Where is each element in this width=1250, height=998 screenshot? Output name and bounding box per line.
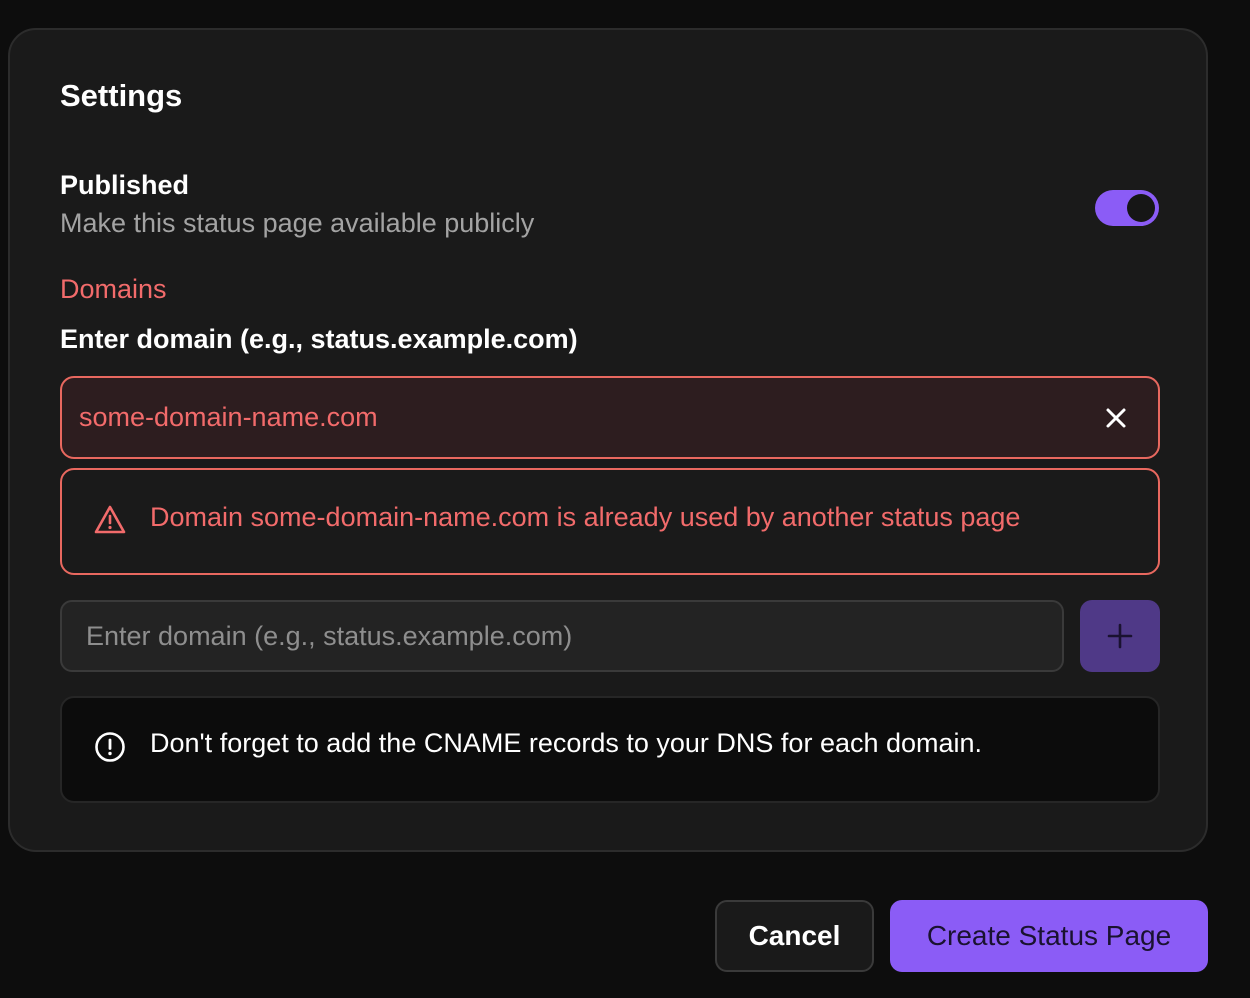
domains-section-label: Domains xyxy=(60,274,167,304)
dns-note-alert: Don't forget to add the CNAME records to… xyxy=(60,696,1160,803)
published-description: Make this status page available publicly xyxy=(60,208,535,238)
domain-field-label: Enter domain (e.g., status.example.com) xyxy=(60,324,578,354)
create-status-page-button[interactable]: Create Status Page xyxy=(890,900,1208,972)
cancel-button[interactable]: Cancel xyxy=(715,900,874,972)
settings-card: Settings Published Make this status page… xyxy=(8,28,1208,852)
dns-note-text: Don't forget to add the CNAME records to… xyxy=(150,728,983,758)
domain-entry-input[interactable]: some-domain-name.com xyxy=(60,376,1160,459)
published-label: Published xyxy=(60,170,190,200)
domain-entry-value: some-domain-name.com xyxy=(79,402,378,432)
add-domain-button[interactable] xyxy=(1080,600,1160,672)
settings-title: Settings xyxy=(60,78,183,113)
domain-error-message: Domain some-domain-name.com is already u… xyxy=(150,502,1021,532)
new-domain-input[interactable] xyxy=(60,600,1064,672)
close-icon[interactable] xyxy=(1098,400,1134,436)
toggle-knob xyxy=(1127,194,1155,222)
domain-error-alert: Domain some-domain-name.com is already u… xyxy=(60,468,1160,575)
plus-icon xyxy=(1107,623,1133,649)
info-circle-icon xyxy=(94,731,126,763)
warning-triangle-icon xyxy=(94,504,126,536)
published-toggle[interactable] xyxy=(1095,190,1159,226)
